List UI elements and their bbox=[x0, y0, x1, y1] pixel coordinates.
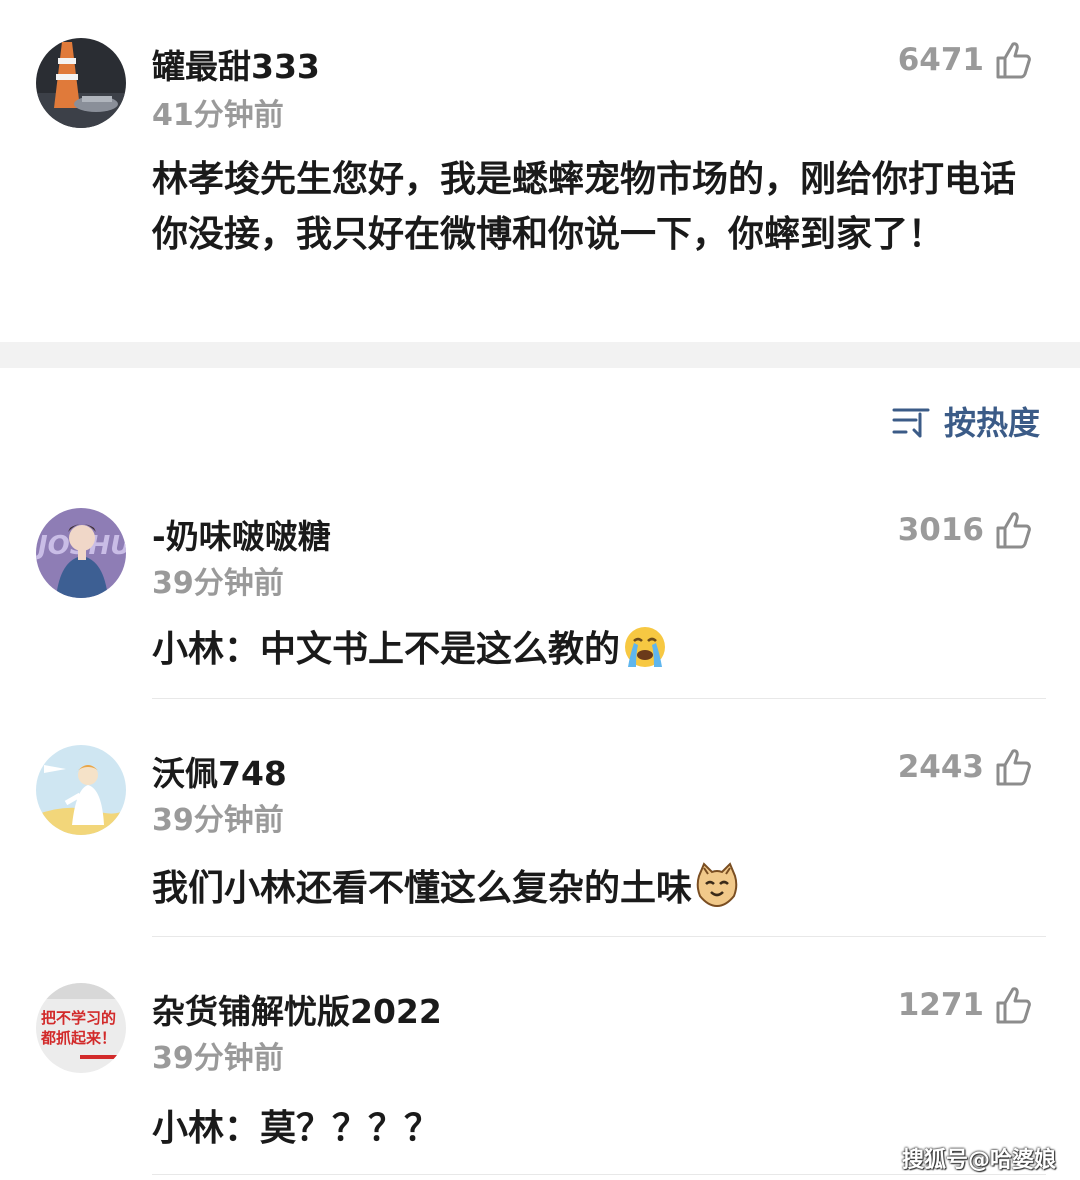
post-text: 林孝埈先生您好，我是蟋蟀宠物市场的，刚给你打电话你没接，我只好在微博和你说一下，… bbox=[152, 159, 1017, 255]
comment-like-count: 3016 bbox=[897, 512, 984, 548]
comment-avatar[interactable]: JOSHUA bbox=[36, 508, 126, 598]
post-time: 41分钟前 bbox=[152, 98, 284, 133]
comment-like-count: 2443 bbox=[897, 749, 984, 785]
post-like-button[interactable]: 6471 bbox=[898, 40, 1032, 80]
comment-time: 39分钟前 bbox=[152, 566, 284, 601]
thumbs-up-icon bbox=[994, 747, 1032, 787]
thumbs-up-icon bbox=[994, 40, 1032, 80]
comment-like-count: 1271 bbox=[897, 987, 984, 1023]
comment-avatar[interactable] bbox=[36, 745, 126, 835]
sort-icon bbox=[892, 404, 930, 438]
svg-text:都抓起来！: 都抓起来！ bbox=[40, 1029, 116, 1047]
comment-separator bbox=[152, 698, 1046, 699]
thumbs-up-icon bbox=[994, 510, 1032, 550]
comment-username[interactable]: -奶味啵啵糖 bbox=[152, 510, 331, 558]
svg-text:把不学习的: 把不学习的 bbox=[41, 1009, 116, 1027]
comment-text: 我们小林还看不懂这么复杂的土味 bbox=[152, 859, 740, 911]
sort-label: 按热度 bbox=[943, 404, 1040, 442]
comment-like-button[interactable]: 3016 bbox=[898, 510, 1032, 550]
comment-like-button[interactable]: 2443 bbox=[898, 747, 1032, 787]
comment-text: 小林：莫？？？？ bbox=[152, 1099, 440, 1151]
comment-text-content: 小林：莫？？？？ bbox=[152, 1108, 441, 1149]
thumbs-up-icon bbox=[994, 985, 1032, 1025]
post-like-count: 6471 bbox=[897, 42, 984, 78]
post-username[interactable]: 罐最甜333 bbox=[152, 40, 320, 88]
comment-avatar[interactable]: 把不学习的 都抓起来！ bbox=[36, 983, 126, 1073]
post-avatar[interactable] bbox=[36, 38, 126, 128]
comment-username[interactable]: 杂货铺解忧版2022 bbox=[152, 985, 442, 1033]
original-post: 罐最甜333 41分钟前 6471 林孝埈先生您好，我是蟋蟀宠物市场的，刚给你打… bbox=[0, 0, 1080, 342]
cat-face-icon bbox=[694, 862, 740, 908]
comment-text: 小林：中文书上不是这么教的 bbox=[152, 620, 668, 672]
comment-text-content: 小林：中文书上不是这么教的 bbox=[152, 629, 621, 670]
comment-text-content: 我们小林还看不懂这么复杂的土味 bbox=[152, 868, 693, 909]
comment-like-button[interactable]: 1271 bbox=[898, 985, 1032, 1025]
comment-separator bbox=[152, 936, 1046, 937]
crying-face-icon bbox=[622, 623, 668, 669]
comment-time: 39分钟前 bbox=[152, 803, 284, 838]
comment-separator bbox=[152, 1174, 1046, 1175]
comment-time: 39分钟前 bbox=[152, 1041, 284, 1076]
section-divider bbox=[0, 342, 1080, 368]
sort-by-hot-button[interactable]: 按热度 bbox=[892, 398, 1040, 444]
watermark: 搜狐号@哈婆娘 bbox=[901, 1148, 1056, 1173]
comment-username[interactable]: 沃佩748 bbox=[152, 747, 287, 795]
